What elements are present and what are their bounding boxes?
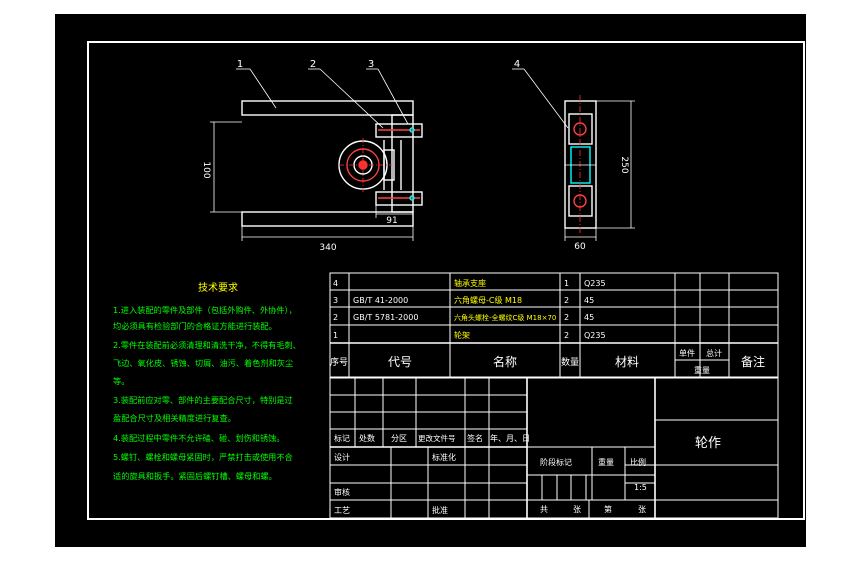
- tb-standardize: 标准化: [432, 452, 456, 462]
- bom-qty: 2: [564, 313, 569, 322]
- sheet-background: [55, 14, 806, 547]
- tech-line: 2.零件在装配前必须清理和清洗干净，不得有毛刺、: [113, 340, 301, 350]
- tb-change-doc: 更改文件号: [418, 433, 456, 443]
- tb-approve: 批准: [432, 505, 448, 515]
- tb-process: 工艺: [334, 506, 350, 515]
- bom-header-weight: 重量: [694, 365, 710, 375]
- tech-line: 盈配合尺寸及相关精度进行复查。: [113, 413, 236, 423]
- tb-weight: 重量: [598, 457, 614, 467]
- dim-width-total: 340: [319, 243, 336, 253]
- bom-qty: 1: [564, 279, 569, 288]
- cad-drawing-sheet: 100 91 340 1 2 3 4 250 60 技术要求 1.进入装配的零件…: [55, 14, 806, 547]
- tb-design: 设计: [334, 452, 350, 462]
- tech-line: 适的旋具和扳手。紧固后螺钉槽、螺母和螺。: [113, 471, 277, 481]
- tech-line: 5.螺钉、螺栓和螺母紧固时，严禁打击或使用不合: [113, 452, 293, 462]
- tb-mark: 标记: [334, 433, 350, 443]
- bom-header-single: 单件: [679, 348, 695, 358]
- balloon-1: 1: [237, 59, 243, 70]
- bom-material: Q235: [584, 331, 606, 340]
- bom-code: GB/T 41-2000: [353, 296, 408, 305]
- bom-seq: 2: [333, 313, 338, 322]
- dim-height-right: 250: [619, 156, 629, 173]
- tb-sheet-no: 第: [604, 504, 612, 514]
- tech-line: 等。: [113, 376, 129, 386]
- bom-name: 轴承支座: [454, 278, 486, 288]
- balloon-4: 4: [514, 59, 520, 70]
- bom-header-qty: 数量: [561, 356, 579, 368]
- bom-seq: 1: [333, 331, 338, 340]
- bom-qty: 2: [564, 296, 569, 305]
- balloon-2: 2: [310, 59, 316, 70]
- bom-header-remark: 备注: [741, 354, 765, 369]
- dim-width-91: 91: [386, 216, 397, 226]
- tb-sheet-label: 张: [638, 505, 646, 514]
- tech-line: 1.进入装配的零件及部件（包括外购件、外协件），: [113, 305, 297, 315]
- tb-stage-mark: 阶段标记: [540, 457, 572, 467]
- tech-line: 飞边、氧化皮、锈蚀、切屑、油污、着色剂和灰尘: [113, 358, 293, 368]
- tech-line: 4.装配过程中零件不允许磕、碰、划伤和锈蚀。: [113, 433, 285, 443]
- bom-name: 轮架: [454, 330, 470, 340]
- bom-header-total: 总计: [706, 348, 722, 358]
- drawing-name: 轮作: [695, 436, 721, 451]
- tb-sheets-total: 共: [540, 505, 548, 514]
- tb-date: 年、月、日: [490, 433, 530, 443]
- tb-sheets-label: 张: [573, 505, 581, 514]
- bom-code: GB/T 5781-2000: [353, 313, 418, 322]
- tb-zone: 分区: [391, 434, 407, 443]
- bom-header-code: 代号: [388, 355, 412, 369]
- bom-qty: 2: [564, 331, 569, 340]
- bom-header-name: 名称: [493, 354, 517, 369]
- tb-scale-value: 1:5: [634, 483, 647, 492]
- tech-line: 3.装配前应对零、部件的主要配合尺寸，特别是过: [113, 395, 293, 405]
- bom-seq: 3: [333, 296, 338, 305]
- bom-name: 六角头螺栓-全螺纹C级 M18×70: [454, 313, 556, 322]
- tb-review: 审核: [334, 487, 350, 497]
- bom-header-material: 材料: [615, 355, 639, 369]
- tb-scale: 比例: [630, 457, 646, 467]
- tech-line: 均必须具有检验部门的合格证方能进行装配。: [113, 321, 277, 331]
- bom-material: Q235: [584, 279, 606, 288]
- bom-seq: 4: [333, 279, 338, 288]
- tb-count: 处数: [359, 433, 375, 443]
- bom-header-seq: 序号: [330, 356, 348, 368]
- bom-material: 45: [584, 296, 594, 305]
- tb-sign: 签名: [467, 433, 483, 443]
- bom-material: 45: [584, 313, 594, 322]
- balloon-3: 3: [368, 59, 374, 70]
- dim-width-60: 60: [574, 242, 586, 252]
- dim-height-left: 100: [201, 161, 211, 178]
- tech-requirements-title: 技术要求: [198, 281, 238, 294]
- bom-name: 六角螺母-C级 M18: [454, 295, 522, 305]
